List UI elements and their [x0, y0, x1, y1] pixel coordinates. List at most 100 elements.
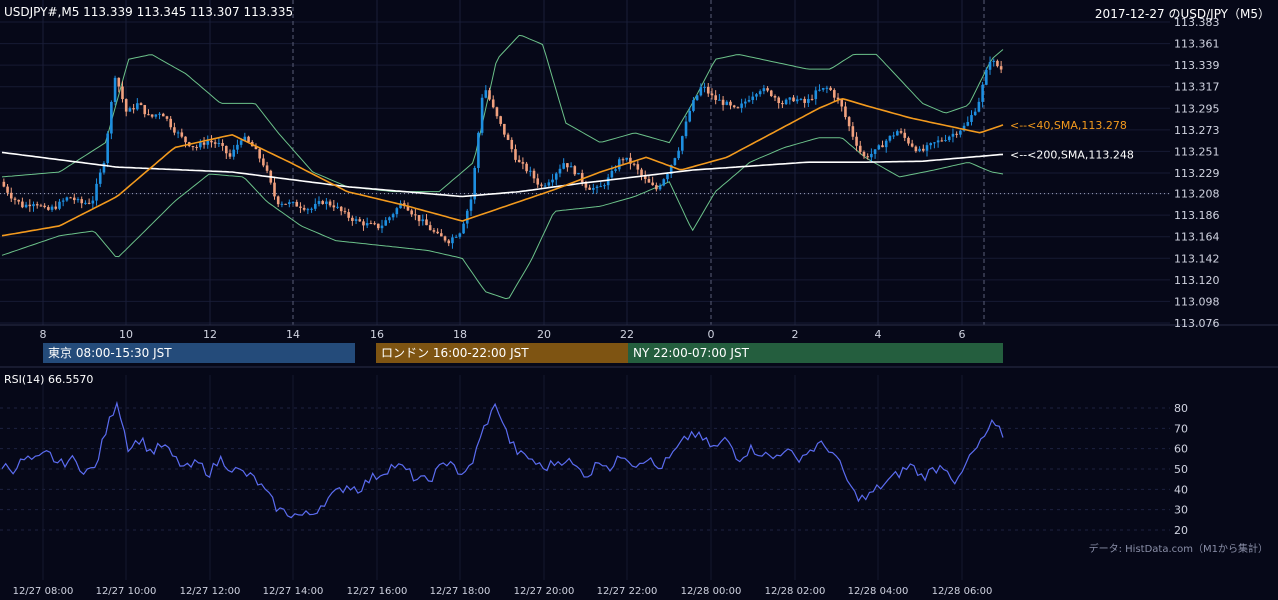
candle-body — [165, 116, 169, 119]
candle-body — [773, 96, 777, 98]
candle-body — [718, 99, 721, 101]
candle-body — [655, 185, 658, 190]
candle-body — [147, 114, 150, 116]
candle-body — [877, 145, 881, 150]
candle-body — [803, 98, 806, 103]
session-tokyo: 東京 08:00-15:30 JST — [43, 343, 355, 363]
candle-body — [24, 204, 28, 208]
candle-body — [128, 108, 132, 112]
candle-body — [369, 223, 373, 225]
candle-body — [903, 132, 907, 138]
time-tick-label: 12/28 04:00 — [848, 586, 909, 597]
candle-body — [710, 93, 714, 96]
candle-body — [514, 149, 517, 160]
price-tick-label: 113.229 — [1174, 167, 1220, 180]
candle-body — [777, 97, 781, 104]
candle-body — [291, 201, 295, 203]
candle-body — [599, 186, 603, 188]
candle-body — [458, 233, 462, 237]
candle-body — [451, 237, 454, 244]
hour-tick-label: 2 — [792, 328, 799, 341]
candle-body — [547, 182, 551, 186]
candle-body — [569, 166, 573, 168]
price-tick-label: 113.361 — [1174, 38, 1220, 51]
candle-body — [744, 101, 747, 104]
candle-body — [855, 136, 858, 146]
candle-body — [365, 223, 369, 226]
candle-body — [132, 108, 135, 110]
candle-body — [536, 178, 540, 185]
rsi-tick-label: 20 — [1174, 524, 1188, 537]
hour-tick-label: 10 — [119, 328, 133, 341]
rsi-label: RSI(14) 66.5570 — [4, 373, 94, 386]
candle-body — [521, 162, 525, 164]
candle-body — [799, 98, 803, 100]
candle-body — [503, 123, 506, 135]
candle-body — [899, 131, 903, 133]
sma200-annotation: <--<200,SMA,113.248 — [1010, 148, 1134, 161]
candle-body — [61, 200, 65, 202]
candle-body — [317, 201, 321, 204]
candle-body — [384, 220, 388, 226]
candle-body — [781, 103, 784, 105]
candle-body — [173, 127, 176, 133]
candle-body — [161, 113, 165, 117]
chart-canvas: 113.383113.361113.339113.317113.295113.2… — [0, 0, 1278, 597]
time-tick-label: 12/27 08:00 — [13, 586, 74, 597]
candle-body — [447, 240, 451, 244]
candle-body — [306, 209, 310, 211]
price-tick-label: 113.295 — [1174, 102, 1220, 115]
candle-body — [9, 192, 13, 199]
candle-body — [706, 86, 710, 94]
candle-body — [795, 99, 799, 102]
candle-body — [54, 206, 58, 209]
candle-body — [725, 101, 729, 105]
candle-body — [821, 88, 825, 90]
candle-body — [414, 214, 417, 216]
candle-body — [302, 207, 306, 210]
candle-body — [436, 231, 439, 234]
price-tick-label: 113.098 — [1174, 295, 1220, 308]
candle-body — [50, 206, 54, 210]
candle-body — [769, 90, 773, 97]
candle-body — [273, 182, 276, 197]
candle-body — [239, 140, 243, 145]
candle-body — [28, 204, 32, 207]
candle-body — [454, 236, 458, 238]
candle-body — [217, 143, 221, 145]
candle-body — [829, 87, 832, 91]
candle-body — [69, 197, 72, 199]
candle-body — [110, 101, 113, 134]
candle-body — [592, 187, 595, 190]
candle-body — [195, 146, 198, 148]
candle-body — [432, 230, 436, 232]
candle-body — [673, 158, 677, 166]
candle-body — [265, 165, 269, 171]
candle-body — [106, 133, 109, 164]
candle-body — [184, 136, 187, 143]
candle-body — [87, 202, 91, 204]
candle-body — [695, 95, 699, 101]
candle-body — [91, 200, 95, 204]
candle-body — [580, 172, 584, 183]
candle-body — [58, 201, 61, 209]
candle-body — [21, 201, 24, 208]
candle-body — [884, 140, 888, 148]
time-tick-label: 12/27 14:00 — [263, 586, 324, 597]
candle-body — [532, 170, 536, 179]
candle-body — [996, 60, 999, 67]
time-tick-label: 12/27 20:00 — [514, 586, 575, 597]
candle-body — [221, 143, 224, 146]
price-tick-label: 113.339 — [1174, 59, 1220, 72]
candle-body — [703, 86, 706, 88]
candle-body — [295, 201, 299, 207]
candle-body — [191, 146, 195, 148]
candle-body — [662, 179, 666, 186]
candle-body — [921, 148, 925, 151]
candle-body — [862, 151, 866, 157]
candle-body — [762, 88, 766, 92]
candle-body — [343, 211, 347, 213]
candle-body — [236, 144, 239, 150]
hour-tick-label: 18 — [453, 328, 467, 341]
candle-body — [65, 197, 69, 201]
